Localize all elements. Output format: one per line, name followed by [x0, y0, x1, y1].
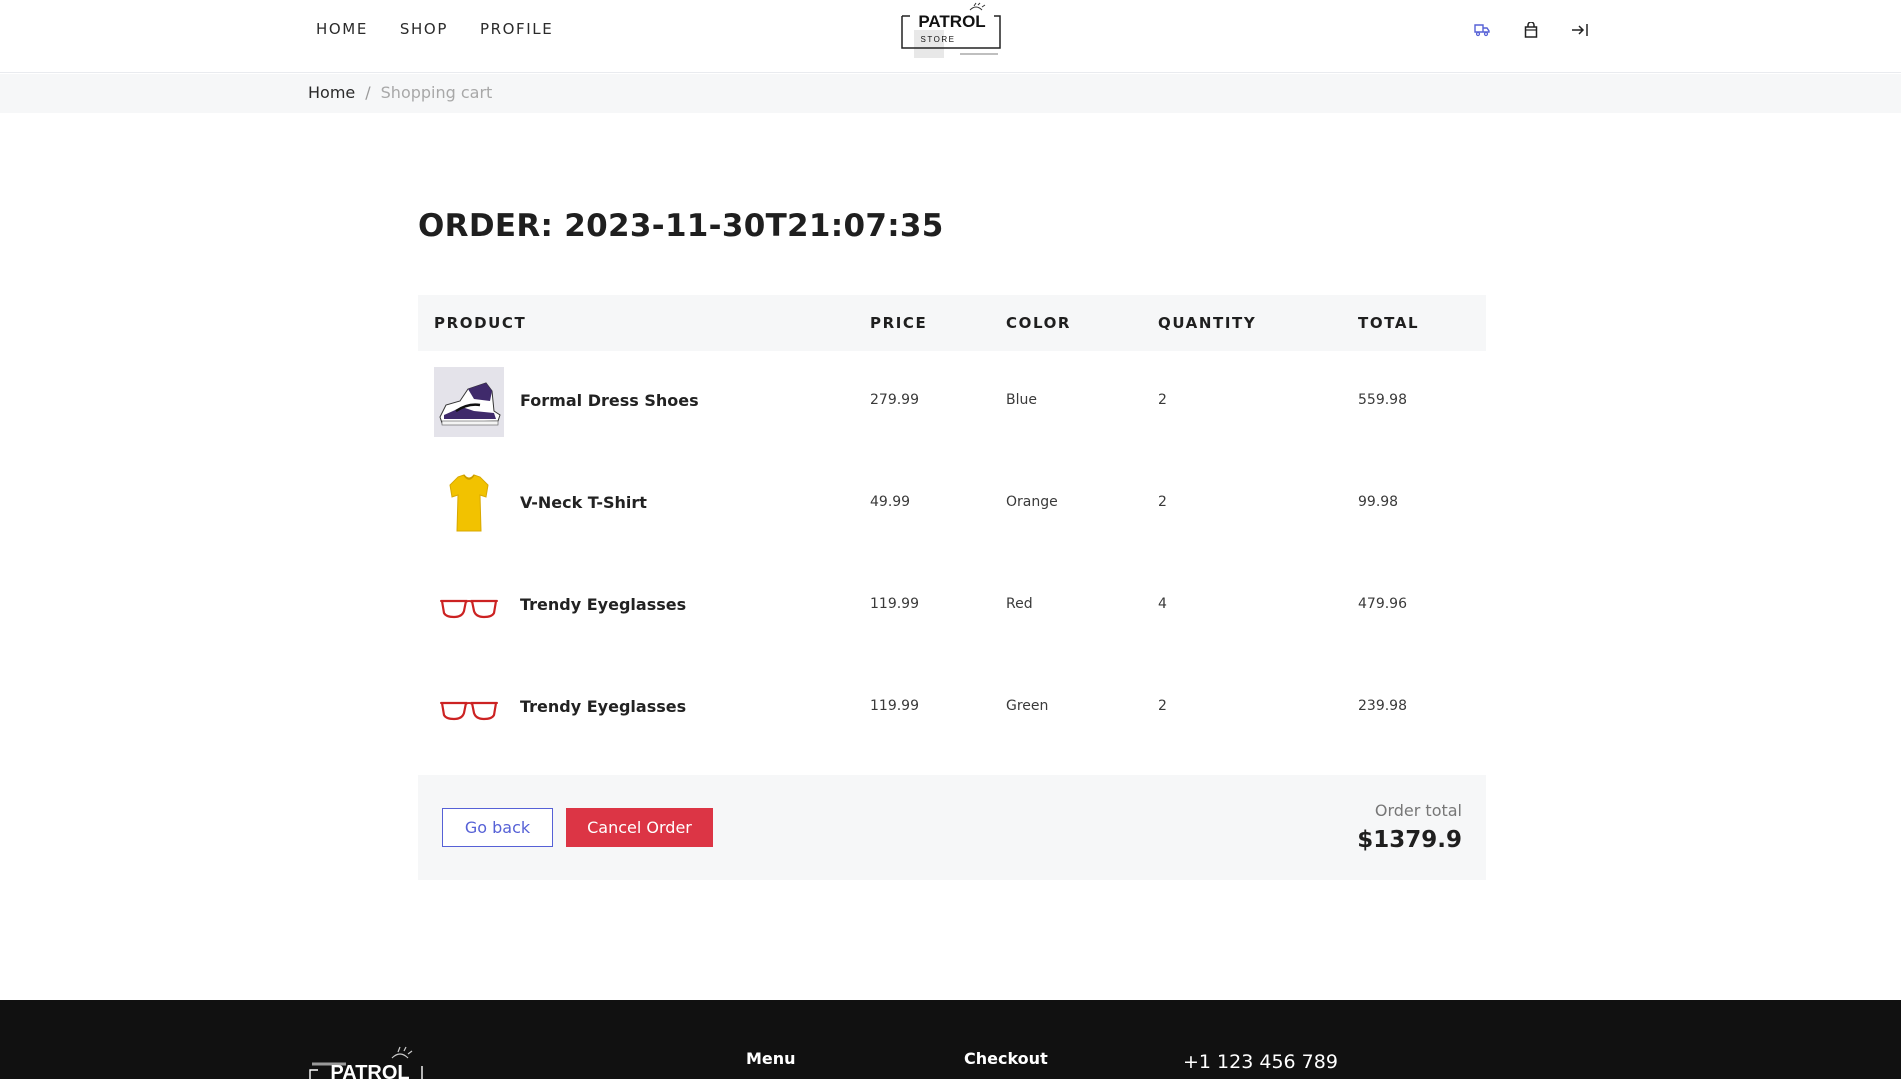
footer-checkout-heading: Checkout	[964, 1049, 1048, 1068]
footer-logo[interactable]: PATROL	[308, 1044, 432, 1079]
total-cell: 559.98	[1358, 392, 1407, 408]
quantity-cell: 4	[1158, 596, 1167, 612]
logo-text: PATROL	[918, 12, 985, 31]
color-cell: Green	[1006, 698, 1049, 714]
product-name[interactable]: Formal Dress Shoes	[520, 391, 699, 410]
order-total-label: Order total	[1374, 801, 1462, 820]
price-cell: 279.99	[870, 392, 919, 408]
breadcrumb-home-link[interactable]: Home	[308, 83, 355, 102]
column-header-product: PRODUCT	[434, 314, 527, 332]
product-thumbnail[interactable]	[434, 673, 504, 743]
site-footer: PATROL Menu Checkout +1 123 456 789	[0, 1000, 1901, 1079]
color-cell: Red	[1006, 596, 1033, 612]
top-navbar: HOME SHOP PROFILE PATROL STORE	[0, 0, 1901, 73]
column-header-quantity: QUANTITY	[1158, 314, 1257, 332]
store-logo[interactable]: PATROL STORE	[900, 2, 1004, 60]
product-thumbnail[interactable]	[434, 367, 504, 437]
price-cell: 49.99	[870, 494, 911, 510]
breadcrumb-band: Home / Shopping cart	[0, 74, 1901, 113]
footer-menu-heading: Menu	[746, 1049, 796, 1068]
price-cell: 119.99	[870, 596, 919, 612]
nav-shop-link[interactable]: SHOP	[400, 20, 448, 38]
product-thumbnail[interactable]	[434, 469, 504, 539]
table-header: PRODUCT PRICE COLOR QUANTITY TOTAL	[418, 295, 1486, 351]
go-back-button[interactable]: Go back	[442, 808, 553, 847]
quantity-cell: 2	[1158, 698, 1167, 714]
table-row: Trendy Eyeglasses 119.99 Green 2 239.98	[418, 657, 1486, 759]
main-nav: HOME SHOP PROFILE	[316, 20, 553, 38]
footer-phone[interactable]: +1 123 456 789	[1183, 1051, 1338, 1073]
yellow-shirt-image	[449, 474, 489, 532]
price-cell: 119.99	[870, 698, 919, 714]
order-table: PRODUCT PRICE COLOR QUANTITY TOTAL Forma…	[418, 295, 1486, 759]
table-row: Trendy Eyeglasses 119.99 Red 4 479.96	[418, 555, 1486, 657]
red-eyeglasses-image	[440, 701, 498, 721]
order-summary: Go back Cancel Order Order total $1379.9	[418, 775, 1486, 880]
product-thumbnail[interactable]	[434, 571, 504, 641]
breadcrumb-separator: /	[365, 83, 371, 102]
total-cell: 479.96	[1358, 596, 1407, 612]
nav-profile-link[interactable]: PROFILE	[480, 20, 553, 38]
truck-icon[interactable]	[1472, 20, 1492, 40]
footer-logo-text: PATROL	[330, 1062, 409, 1079]
column-header-color: COLOR	[1006, 314, 1072, 332]
product-name[interactable]: Trendy Eyeglasses	[520, 595, 686, 614]
color-cell: Orange	[1006, 494, 1058, 510]
column-header-total: TOTAL	[1358, 314, 1420, 332]
logout-icon[interactable]	[1570, 20, 1590, 40]
sneaker-image	[434, 367, 504, 437]
quantity-cell: 2	[1158, 392, 1167, 408]
quantity-cell: 2	[1158, 494, 1167, 510]
shopping-bag-icon[interactable]	[1521, 20, 1541, 40]
color-cell: Blue	[1006, 392, 1037, 408]
table-row: Formal Dress Shoes 279.99 Blue 2 559.98	[418, 351, 1486, 453]
page-title: ORDER: 2023-11-30T21:07:35	[418, 208, 944, 244]
breadcrumb-current: Shopping cart	[380, 83, 493, 102]
total-cell: 239.98	[1358, 698, 1407, 714]
red-eyeglasses-image	[440, 599, 498, 619]
product-name[interactable]: Trendy Eyeglasses	[520, 697, 686, 716]
product-name[interactable]: V-Neck T-Shirt	[520, 493, 647, 512]
total-cell: 99.98	[1358, 494, 1399, 510]
logo-sub-text: STORE	[921, 35, 956, 44]
cancel-order-button[interactable]: Cancel Order	[566, 808, 713, 847]
column-header-price: PRICE	[870, 314, 928, 332]
nav-home-link[interactable]: HOME	[316, 20, 368, 38]
order-total-value: $1379.9	[1357, 827, 1462, 853]
header-icons	[1472, 20, 1590, 40]
breadcrumb: Home / Shopping cart	[308, 83, 492, 102]
table-row: V-Neck T-Shirt 49.99 Orange 2 99.98	[418, 453, 1486, 555]
